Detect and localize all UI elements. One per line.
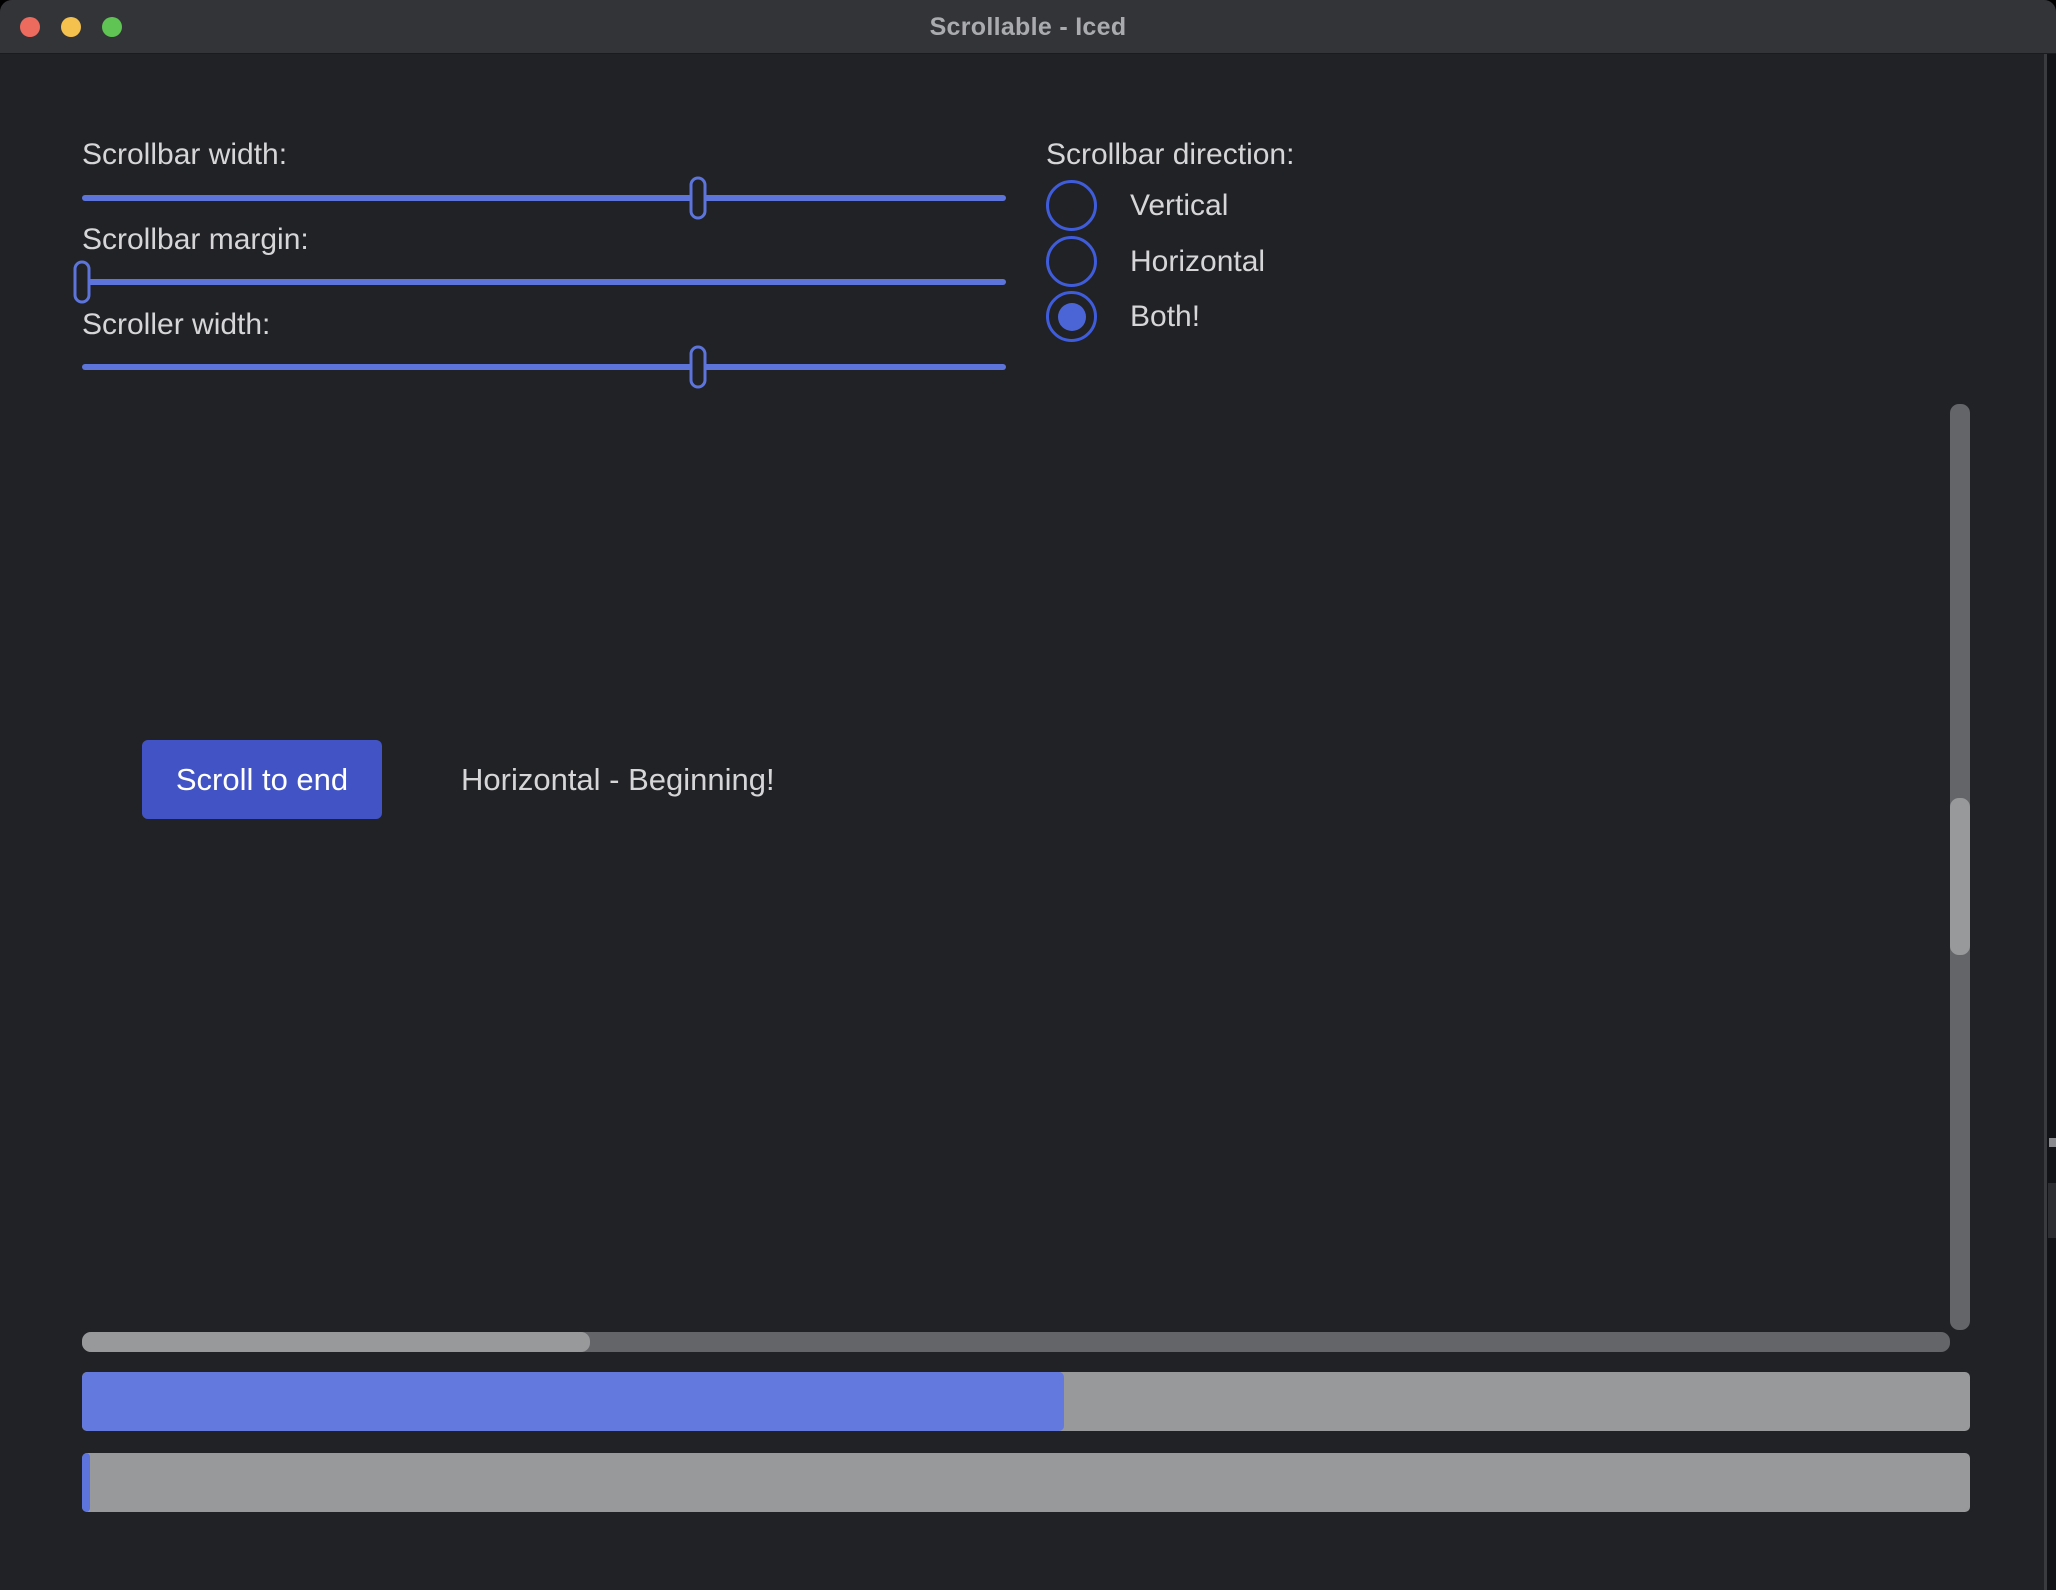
vertical-scrollbar[interactable] xyxy=(1950,404,1970,1330)
vertical-progress-bar xyxy=(82,1453,1970,1512)
scrollbar-margin-label: Scrollbar margin: xyxy=(82,218,309,262)
progress-fill xyxy=(82,1453,90,1512)
scroller-width-label: Scroller width: xyxy=(82,303,270,347)
horizontal-scroller[interactable] xyxy=(82,1332,590,1352)
slider-handle[interactable] xyxy=(690,346,707,389)
slider-handle[interactable] xyxy=(690,177,707,220)
radio-option-both[interactable]: Both! xyxy=(1046,291,1200,342)
scroller-width-slider[interactable] xyxy=(82,345,1006,389)
app-window: Scrollable - Iced Scrollbar width: Scrol… xyxy=(0,0,2056,1590)
radio-circle[interactable] xyxy=(1046,180,1097,231)
radio-option-horizontal[interactable]: Horizontal xyxy=(1046,236,1265,287)
edge-artifact xyxy=(2049,1138,2056,1147)
titlebar: Scrollable - Iced xyxy=(0,0,2056,54)
radio-option-label: Vertical xyxy=(1130,189,1228,223)
window-right-border xyxy=(2044,54,2047,1590)
scrollbar-margin-slider[interactable] xyxy=(82,260,1006,304)
slider-handle[interactable] xyxy=(74,261,91,304)
radio-option-label: Horizontal xyxy=(1130,245,1265,279)
radio-selected-dot xyxy=(1058,303,1086,331)
window-right-edge xyxy=(2046,54,2056,1590)
radio-option-vertical[interactable]: Vertical xyxy=(1046,180,1228,231)
radio-circle[interactable] xyxy=(1046,291,1097,342)
vertical-scroller[interactable] xyxy=(1950,798,1970,955)
horizontal-scrollbar[interactable] xyxy=(82,1332,1950,1352)
scroll-to-end-button[interactable]: Scroll to end xyxy=(142,740,382,819)
window-title: Scrollable - Iced xyxy=(0,0,2056,54)
edge-artifact xyxy=(2048,1183,2056,1238)
slider-track[interactable] xyxy=(82,364,1006,370)
radio-option-label: Both! xyxy=(1130,300,1200,334)
slider-track[interactable] xyxy=(82,195,1006,201)
radio-circle[interactable] xyxy=(1046,236,1097,287)
progress-fill xyxy=(82,1372,1064,1431)
horizontal-progress-bar xyxy=(82,1372,1970,1431)
scrollbar-direction-label: Scrollbar direction: xyxy=(1046,133,1294,177)
slider-track[interactable] xyxy=(82,279,1006,285)
scrollbar-width-label: Scrollbar width: xyxy=(82,133,287,177)
scrollbar-width-slider[interactable] xyxy=(82,176,1006,220)
scroll-status-text: Horizontal - Beginning! xyxy=(461,740,775,819)
